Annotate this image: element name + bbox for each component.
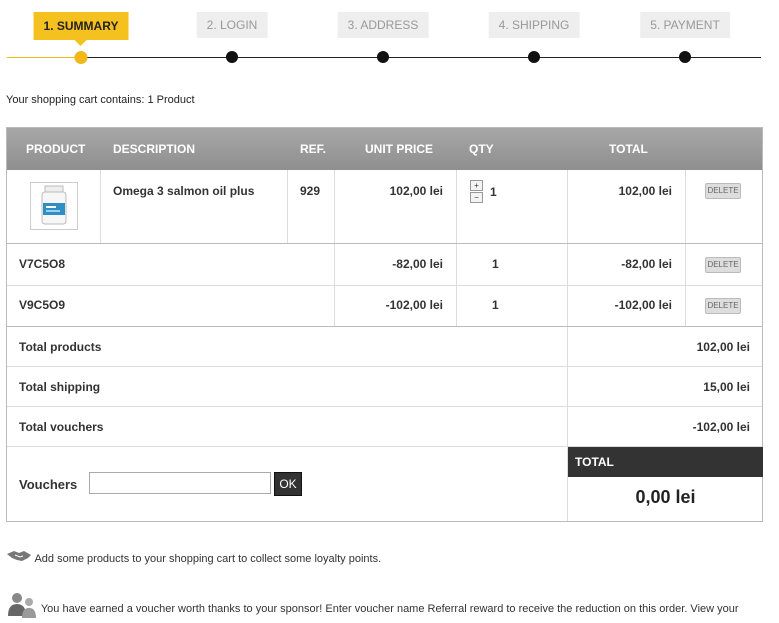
table-row-voucher: V9C5O9 -102,00 lei 1 -102,00 lei DELETE: [7, 285, 762, 326]
voucher-name: V7C5O8: [19, 257, 66, 271]
table-row-voucher: V7C5O8 -82,00 lei 1 -82,00 lei DELETE: [7, 243, 762, 285]
header-unit-price: UNIT PRICE: [365, 142, 434, 156]
cart-table: PRODUCT DESCRIPTION REF. UNIT PRICE QTY …: [6, 127, 763, 522]
total-vouchers-row: Total vouchers -102,00 lei: [7, 406, 762, 446]
cart-summary-text: Your shopping cart contains: 1 Product: [6, 94, 195, 106]
voucher-total: -102,00 lei: [614, 298, 672, 312]
voucher-total: -82,00 lei: [621, 257, 672, 271]
header-product: PRODUCT: [26, 142, 86, 156]
total-shipping-label: Total shipping: [19, 380, 101, 394]
voucher-code-input[interactable]: [89, 472, 271, 494]
voucher-qty: 1: [492, 257, 499, 271]
delete-product-button[interactable]: DELETE: [705, 183, 741, 199]
product-thumbnail[interactable]: [30, 182, 78, 230]
total-products-label: Total products: [19, 340, 102, 354]
step-dot: [226, 51, 238, 63]
voucher-name: V9C5O9: [19, 298, 66, 312]
voucher-unit-price: -82,00 lei: [392, 257, 443, 271]
header-ref: REF.: [300, 142, 327, 156]
step-label: 2. LOGIN: [196, 12, 268, 38]
table-header: PRODUCT DESCRIPTION REF. UNIT PRICE QTY …: [7, 128, 762, 170]
header-qty: QTY: [469, 142, 494, 156]
delete-voucher-button[interactable]: DELETE: [705, 298, 741, 314]
table-row-product: Omega 3 salmon oil plus 929 102,00 lei +…: [7, 170, 762, 243]
voucher-qty: 1: [492, 298, 499, 312]
product-unit-price: 102,00 lei: [389, 184, 443, 198]
step-label: 3. ADDRESS: [337, 12, 429, 38]
total-shipping-value: 15,00 lei: [703, 380, 750, 394]
steps-progress-line: [7, 57, 81, 58]
referral-note: You have earned a voucher worth thanks t…: [6, 590, 739, 620]
loyalty-note: Add some products to your shopping cart …: [6, 548, 381, 565]
checkout-steps: 1. SUMMARY 2. LOGIN 3. ADDRESS 4. SHIPPI…: [0, 0, 779, 70]
vouchers-label: Vouchers: [19, 477, 78, 492]
qty-increase-button[interactable]: +: [470, 180, 483, 191]
total-shipping-row: Total shipping 15,00 lei: [7, 366, 762, 406]
header-total: TOTAL: [609, 142, 648, 156]
total-vouchers-value: -102,00 lei: [692, 420, 750, 434]
referral-note-text: You have earned a voucher worth thanks t…: [40, 603, 739, 615]
step-dot: [377, 51, 389, 63]
handshake-icon: [7, 551, 31, 561]
voucher-ok-button[interactable]: OK: [274, 472, 302, 496]
sponsor-people-icon: [8, 593, 36, 618]
voucher-and-total-row: Vouchers OK TOTAL 0,00 lei: [7, 446, 763, 521]
total-products-value: 102,00 lei: [696, 340, 750, 354]
voucher-unit-price: -102,00 lei: [385, 298, 443, 312]
product-qty: 1: [490, 185, 497, 199]
grand-total-label: TOTAL: [568, 447, 763, 477]
total-products-row: Total products 102,00 lei: [7, 326, 762, 366]
step-dot: [679, 51, 691, 63]
delete-voucher-button[interactable]: DELETE: [705, 257, 741, 273]
grand-total-value: 0,00 lei: [635, 487, 696, 507]
step-dot: [74, 51, 88, 64]
steps-line: [80, 57, 761, 58]
step-label: 5. PAYMENT: [640, 12, 730, 38]
step-label: 1. SUMMARY: [33, 12, 129, 46]
product-name[interactable]: Omega 3 salmon oil plus: [113, 184, 254, 198]
loyalty-note-text: Add some products to your shopping cart …: [34, 553, 382, 565]
step-label: 4. SHIPPING: [488, 12, 580, 38]
product-ref: 929: [300, 184, 321, 198]
total-vouchers-label: Total vouchers: [19, 420, 104, 434]
qty-decrease-button[interactable]: −: [470, 192, 483, 203]
step-dot: [528, 51, 540, 63]
header-description: DESCRIPTION: [113, 142, 196, 156]
product-total: 102,00 lei: [618, 184, 672, 198]
